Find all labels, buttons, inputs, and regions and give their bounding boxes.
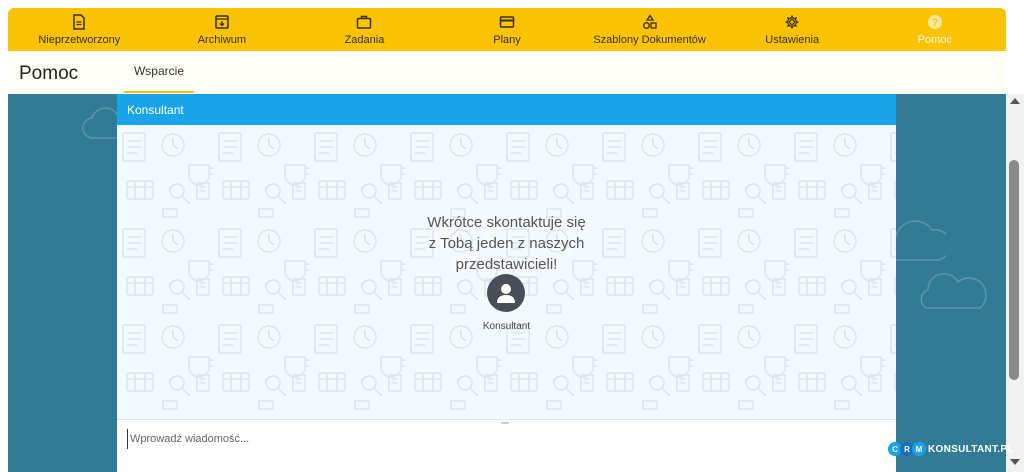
document-icon xyxy=(73,13,86,30)
page-title: Pomoc xyxy=(19,63,79,84)
brand-text: KONSULTANT.PL xyxy=(928,443,1014,455)
message-input-area xyxy=(117,419,896,472)
scroll-down-arrow-icon[interactable] xyxy=(1010,459,1020,465)
archive-icon xyxy=(215,14,229,29)
resize-handle[interactable] xyxy=(501,422,509,424)
help-icon: ? xyxy=(927,14,942,29)
nav-item-szablony-dokumentow[interactable]: Szablony Dokumentów xyxy=(578,8,721,51)
avatar-label: Konsultant xyxy=(482,321,531,332)
cloud-decoration xyxy=(920,273,987,309)
nav-item-plany[interactable]: Plany xyxy=(436,8,579,51)
nav-label: Archiwum xyxy=(197,33,247,46)
nav-item-nieprzetworzony[interactable]: Nieprzetworzony xyxy=(8,8,151,51)
shapes-icon xyxy=(642,13,657,29)
waiting-message-line: przedstawicieli! xyxy=(455,256,558,273)
gear-icon xyxy=(785,15,799,28)
briefcase-icon xyxy=(357,15,372,29)
scroll-up-arrow-icon[interactable] xyxy=(1010,98,1020,104)
waiting-message-line: Wkrótce skontaktuje się xyxy=(427,214,586,231)
nav-label: Pomoc xyxy=(917,33,952,46)
chat-header: Konsultant xyxy=(117,94,896,125)
waiting-message: Wkrótce skontaktuje się z Tobą jeden z n… xyxy=(117,212,896,275)
waiting-message-line: z Tobą jeden z naszych xyxy=(428,235,585,252)
user-icon xyxy=(497,284,515,303)
tab-wsparcie[interactable]: Wsparcie xyxy=(124,51,194,93)
chat-window: Konsultant Wkrótce skontaktuje się z Tob… xyxy=(117,94,896,472)
nav-item-archiwum[interactable]: Archiwum xyxy=(151,8,294,51)
card-icon xyxy=(499,15,515,28)
avatar xyxy=(487,274,525,312)
nav-label: Ustawienia xyxy=(765,33,820,46)
sub-header: Pomoc Wsparcie xyxy=(8,51,1006,95)
main-area: Konsultant Wkrótce skontaktuje się z Tob… xyxy=(8,94,1006,472)
nav-label: Nieprzetworzony xyxy=(38,33,121,46)
message-input[interactable] xyxy=(127,429,872,449)
svg-text:?: ? xyxy=(932,17,938,28)
nav-label: Szablony Dokumentów xyxy=(593,33,706,46)
top-navigation: Nieprzetworzony Archiwum Zadania Plany S… xyxy=(8,8,1006,51)
nav-item-pomoc[interactable]: ? Pomoc xyxy=(863,8,1006,51)
nav-item-zadania[interactable]: Zadania xyxy=(293,8,436,51)
nav-item-ustawienia[interactable]: Ustawienia xyxy=(721,8,864,51)
brand-letter: M xyxy=(912,442,926,456)
brand-logo: C R M KONSULTANT.PL xyxy=(888,441,1014,457)
nav-label: Plany xyxy=(493,33,521,46)
scroll-thumb[interactable] xyxy=(1009,160,1019,380)
scrollbar[interactable] xyxy=(1006,94,1024,472)
nav-label: Zadania xyxy=(344,33,385,46)
